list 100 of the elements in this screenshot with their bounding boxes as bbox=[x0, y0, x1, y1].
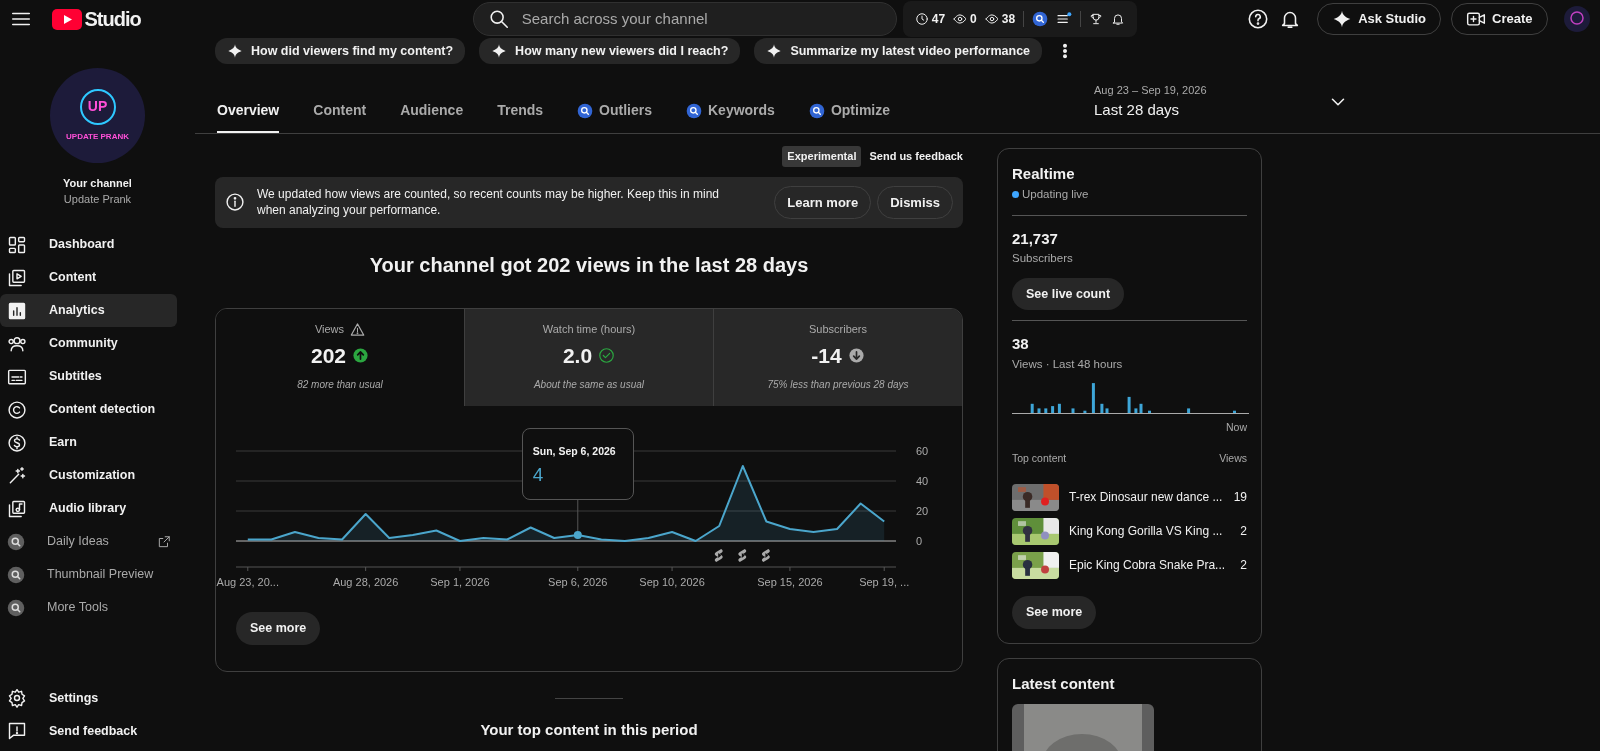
trophy-icon[interactable] bbox=[1089, 12, 1104, 26]
magnifier-badge-icon bbox=[7, 598, 25, 617]
axis-label: Aug 28, 2026 bbox=[332, 576, 399, 588]
shorts-icon bbox=[761, 549, 770, 562]
view-count: 19 bbox=[1233, 489, 1247, 507]
magnifier-badge-icon[interactable] bbox=[1032, 11, 1049, 27]
axis-label: 0 bbox=[916, 535, 923, 547]
axis-label: Aug 23, 20... bbox=[216, 576, 279, 588]
sidebar-item[interactable]: Community bbox=[0, 327, 177, 360]
tab[interactable]: Optimize bbox=[808, 88, 891, 133]
play-stack-icon bbox=[7, 267, 27, 288]
logo-text: UPDATE PRANK bbox=[66, 130, 129, 143]
notice-text: We updated how views are counted, so recent counts may be higher. Keep this in mind when analyzing your performance. bbox=[257, 186, 721, 219]
magnifier-badge-icon bbox=[577, 102, 594, 119]
sidebar-item[interactable]: Content detection bbox=[0, 393, 177, 426]
grid-icon bbox=[7, 234, 27, 255]
see-live-count-button[interactable]: See live count bbox=[1012, 277, 1125, 311]
suggestion-chip[interactable]: Summarize my latest video performance bbox=[754, 38, 1043, 65]
settings-icon bbox=[7, 688, 27, 709]
headline: Your channel got 202 views in the last 28 days bbox=[368, 253, 810, 278]
see-more-button[interactable]: See more bbox=[236, 612, 321, 645]
data-point bbox=[573, 531, 582, 539]
top-content-row[interactable]: King Kong Gorilla VS King ... 2 bbox=[1012, 514, 1247, 549]
play-logo-icon bbox=[51, 8, 82, 30]
axis-label: Sep 6, 2026 bbox=[548, 576, 608, 588]
tab[interactable]: Audience bbox=[400, 88, 464, 133]
video-title: King Kong Gorilla VS King ... bbox=[1069, 523, 1224, 541]
tab[interactable]: Trends bbox=[497, 88, 544, 133]
metric-label: Views bbox=[314, 322, 345, 337]
tooltip-date: Sun, Sep 6, 2026 bbox=[532, 444, 616, 459]
magic-wand-icon bbox=[7, 465, 27, 486]
sparkle-icon bbox=[766, 43, 783, 59]
experimental-tag: Experimental bbox=[782, 146, 862, 167]
metric-note: 75% less than previous 28 days bbox=[766, 378, 910, 392]
tooltip-value: 4 bbox=[532, 462, 545, 487]
arrow-up-icon bbox=[352, 346, 369, 364]
sidebar-item[interactable]: Subtitles bbox=[0, 360, 177, 393]
feedback-link[interactable]: Send us feedback bbox=[869, 148, 963, 165]
search-field[interactable]: Search across your channel bbox=[521, 7, 882, 31]
sidebar-item[interactable]: Content bbox=[0, 261, 177, 294]
sidebar-item[interactable]: Send feedback bbox=[0, 714, 177, 748]
axis-label: 40 bbox=[916, 475, 929, 487]
sidebar-item[interactable]: Customization bbox=[0, 459, 177, 492]
tab[interactable]: Overview bbox=[217, 88, 280, 133]
metric-note: About the same as usual bbox=[532, 378, 646, 392]
axis-label: Sep 19, ... bbox=[859, 576, 910, 588]
sidebar-item[interactable]: Earn bbox=[0, 426, 177, 459]
sidebar-item[interactable]: Audio library bbox=[0, 492, 177, 525]
metric-value: 202 bbox=[310, 342, 346, 369]
eye-icon bbox=[984, 12, 999, 26]
dollar-icon bbox=[7, 432, 27, 453]
metric-tab[interactable]: Subscribers -14 75% less than previous 28 days bbox=[713, 309, 962, 406]
shorts-icon bbox=[738, 549, 747, 562]
sidebar-item[interactable]: More Tools bbox=[0, 591, 177, 624]
metric-label: Subscribers bbox=[808, 322, 868, 337]
sparkle-icon bbox=[227, 43, 243, 59]
axis-label: Sep 1, 2026 bbox=[430, 576, 490, 588]
view-count: 2 bbox=[1240, 523, 1247, 541]
check-circle-icon bbox=[598, 346, 616, 364]
views-label: Views · Last 48 hours bbox=[1012, 356, 1124, 372]
search-icon bbox=[487, 8, 510, 30]
magnifier-badge-icon bbox=[808, 102, 825, 119]
section-heading: Your top content in this period bbox=[479, 719, 699, 740]
stat-count: 0 bbox=[970, 11, 977, 28]
bell-icon[interactable] bbox=[1111, 12, 1126, 26]
info-icon bbox=[225, 192, 245, 213]
date-range-label: Last 28 days bbox=[1094, 99, 1181, 120]
sidebar-item[interactable]: Settings bbox=[0, 681, 177, 715]
video-title: T-rex Dinosaur new dance ... bbox=[1069, 489, 1224, 507]
tab[interactable]: Content bbox=[313, 88, 367, 133]
stat-count: 47 bbox=[931, 11, 946, 28]
tab[interactable]: Keywords bbox=[686, 88, 775, 133]
bar-chart-icon bbox=[7, 300, 27, 321]
top-content-row[interactable]: Epic King Cobra Snake Pra... 2 bbox=[1012, 548, 1247, 583]
help-icon[interactable] bbox=[1246, 8, 1269, 30]
axis-label: 60 bbox=[916, 445, 929, 457]
sidebar-item[interactable]: Analytics bbox=[0, 294, 177, 327]
search-bar[interactable]: Search across your channel bbox=[472, 2, 897, 36]
top-content-row[interactable]: T-rex Dinosaur new dance ... 19 bbox=[1012, 480, 1247, 515]
sparkline-end-label: Now bbox=[1226, 421, 1247, 433]
video-title: Epic King Cobra Snake Pra... bbox=[1069, 557, 1227, 575]
metric-value: 2.0 bbox=[562, 342, 593, 369]
sidebar-item[interactable]: Dashboard bbox=[0, 228, 177, 261]
metric-label: Watch time (hours) bbox=[542, 322, 636, 337]
see-more-button[interactable]: See more bbox=[1012, 596, 1097, 629]
tab[interactable]: Outliers bbox=[577, 88, 652, 133]
suggestion-chip[interactable]: How did viewers find my content? bbox=[215, 38, 466, 65]
metric-note: 82 more than usual bbox=[296, 378, 384, 392]
avatar-icon[interactable] bbox=[1564, 6, 1590, 32]
channel-avatar[interactable]: UP UPDATE PRANK bbox=[50, 68, 145, 163]
metric-tab[interactable]: Watch time (hours) 2.0 About the same as usual bbox=[464, 309, 713, 406]
suggestion-chip[interactable]: How many new viewers did I reach? bbox=[479, 38, 741, 65]
date-range-selector[interactable]: Aug 23 – Sep 19, 2026 Last 28 days bbox=[1094, 82, 1349, 121]
axis-label: Sep 15, 2026 bbox=[757, 576, 823, 588]
sidebar-item[interactable]: Thumbnail Preview bbox=[0, 558, 177, 591]
eye-icon bbox=[953, 12, 968, 26]
magnifier-badge-icon bbox=[7, 532, 25, 551]
card-title: Realtime bbox=[1012, 164, 1076, 184]
sidebar-item[interactable]: Daily Ideas bbox=[0, 525, 177, 558]
subscriber-label: Subscribers bbox=[1012, 251, 1074, 267]
